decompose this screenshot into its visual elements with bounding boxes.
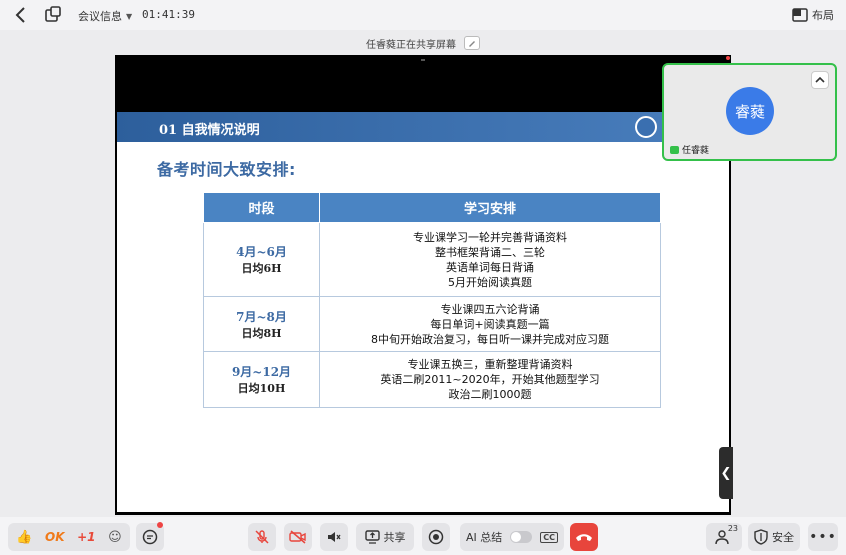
schedule-table: 时段 学习安排 4月~6月 日均6H 专业课学习一轮并完善背诵资料 整书框架背诵… <box>203 192 661 408</box>
table-header-plan: 学习安排 <box>319 192 661 223</box>
microphone-off-icon <box>254 529 270 545</box>
side-panel-handle-icon[interactable]: ❮ <box>719 447 733 499</box>
table-header-period: 时段 <box>203 192 320 223</box>
avatar: 睿蕤 <box>726 87 774 135</box>
screen-share-notice: 任睿蕤正在共享屏幕 <box>0 34 846 52</box>
layout-label: 布局 <box>812 9 834 22</box>
plan-line: 每日单词+阅读真题一篇 <box>430 317 550 331</box>
table-row: 7月~8月 日均8H 专业课四五六论背诵 每日单词+阅读真题一篇 8中旬开始政治… <box>203 296 661 352</box>
participant-count: 23 <box>727 524 738 533</box>
share-screen-button[interactable]: 共享 <box>356 523 414 551</box>
speaker-button[interactable] <box>320 523 348 551</box>
plan-line: 整书框架背诵二、三轮 <box>435 245 545 259</box>
plan-line: 英语单词每日背诵 <box>446 260 534 274</box>
emoji-smile-icon[interactable]: ☺ <box>108 530 122 545</box>
ai-summary-control[interactable]: AI 总结 CC <box>460 523 564 551</box>
period-daily-hours: 日均6H <box>241 262 282 275</box>
period-daily-hours: 日均10H <box>237 382 286 395</box>
plan-line: 专业课学习一轮并完善背诵资料 <box>413 230 567 244</box>
meeting-info-label: 会议信息 <box>78 10 122 23</box>
presentation-slide: 01 自我情况说明 备考时间大致安排: 时段 学习安排 4月~6月 日均6H 专… <box>117 112 729 512</box>
table-row: 9月~12月 日均10H 专业课五换三，重新整理背诵资料 英语二刷2011~20… <box>203 351 661 408</box>
mute-microphone-button[interactable] <box>248 523 276 551</box>
chat-button[interactable] <box>136 522 164 551</box>
recording-dot-icon <box>726 56 730 60</box>
more-options-button[interactable]: ••• <box>808 523 838 551</box>
share-label: 共享 <box>383 531 406 544</box>
camera-off-icon <box>289 529 307 545</box>
shared-screen[interactable]: 01 自我情况说明 备考时间大致安排: 时段 学习安排 4月~6月 日均6H 专… <box>115 55 733 515</box>
participant-video-tile[interactable]: 睿蕤 任睿蕤 <box>662 63 837 161</box>
caret-down-icon: ▼ <box>126 11 133 21</box>
bottom-toolbar: 👍 OK +1 ☺ 共享 AI 总结 CC 23 安全 ••• <box>0 517 846 555</box>
phone-hangup-icon <box>575 531 593 543</box>
reaction-plus-one-button[interactable]: +1 <box>77 530 95 544</box>
plan-line: 8中旬开始政治复习，每日听一课并完成对应习题 <box>371 332 609 346</box>
top-bar: 会议信息 ▼ 01:41:39 布局 <box>0 0 846 30</box>
plan-cell: 专业课学习一轮并完善背诵资料 整书框架背诵二、三轮 英语单词每日背诵 5月开始阅… <box>319 222 661 297</box>
slide-subtitle: 备考时间大致安排: <box>157 160 296 179</box>
plan-line: 英语二刷2011~2020年，开始其他题型学习 <box>380 373 600 386</box>
security-button[interactable]: 安全 <box>748 523 800 551</box>
share-notice-text: 任睿蕤正在共享屏幕 <box>366 39 456 51</box>
period-cell: 9月~12月 日均10H <box>203 351 320 408</box>
ai-summary-toggle[interactable] <box>510 531 533 543</box>
slide-header-title: 01 自我情况说明 <box>159 123 260 138</box>
layout-icon <box>792 8 808 22</box>
plan-line: 政治二刷1000题 <box>448 388 532 401</box>
period-daily-hours: 日均8H <box>241 326 282 340</box>
table-row: 4月~6月 日均6H 专业课学习一轮并完善背诵资料 整书框架背诵二、三轮 英语单… <box>203 222 661 297</box>
layout-button[interactable]: 布局 <box>792 7 834 23</box>
captions-cc-icon[interactable]: CC <box>540 531 558 543</box>
table-header-row: 时段 学习安排 <box>203 192 661 223</box>
speaker-mute-icon <box>326 529 342 545</box>
reaction-ok-button[interactable]: OK <box>45 530 65 544</box>
collapse-chevron-up-icon[interactable] <box>811 71 829 89</box>
period-cell: 7月~8月 日均8H <box>203 296 320 352</box>
plan-cell: 专业课五换三，重新整理背诵资料 英语二刷2011~2020年，开始其他题型学习 … <box>319 351 661 408</box>
participant-name-text: 任睿蕤 <box>682 146 710 156</box>
plan-line: 专业课四五六论背诵 <box>440 302 540 316</box>
ai-summary-label: AI 总结 <box>466 531 503 544</box>
plan-cell: 专业课四五六论背诵 每日单词+阅读真题一篇 8中旬开始政治复习，每日听一课并完成… <box>319 296 661 352</box>
period-range: 9月~12月 <box>231 365 292 379</box>
security-label: 安全 <box>772 531 794 544</box>
slide-header: 01 自我情况说明 <box>117 112 729 142</box>
participant-name: 任睿蕤 <box>670 143 709 156</box>
screen-share-status-icon <box>670 145 679 154</box>
record-icon <box>428 529 444 545</box>
thumbs-up-icon[interactable]: 👍 <box>16 530 32 545</box>
more-dots-icon: ••• <box>809 529 837 545</box>
meeting-info-menu[interactable]: 会议信息 ▼ <box>78 8 132 24</box>
participants-button[interactable]: 23 <box>706 523 742 551</box>
stop-video-button[interactable] <box>284 523 312 551</box>
period-range: 4月~6月 <box>236 245 287 259</box>
annotate-pen-icon[interactable] <box>464 36 480 50</box>
back-arrow-icon[interactable] <box>12 6 30 24</box>
reactions-bar: 👍 OK +1 ☺ <box>8 523 130 551</box>
camera-dot-icon <box>421 59 425 61</box>
share-screen-icon <box>364 530 380 544</box>
shield-icon <box>754 529 768 545</box>
hang-up-button[interactable] <box>570 523 598 551</box>
chat-bubble-icon <box>142 529 158 545</box>
plan-line: 5月开始阅读真题 <box>448 275 532 289</box>
period-cell: 4月~6月 日均6H <box>203 222 320 297</box>
record-button[interactable] <box>422 523 450 551</box>
period-range: 7月~8月 <box>236 309 287 324</box>
unread-dot-icon <box>157 522 163 528</box>
minimize-window-icon[interactable] <box>44 6 62 24</box>
plan-line: 专业课五换三，重新整理背诵资料 <box>407 358 573 371</box>
university-logo-icon <box>635 116 657 138</box>
meeting-timer: 01:41:39 <box>142 8 195 21</box>
